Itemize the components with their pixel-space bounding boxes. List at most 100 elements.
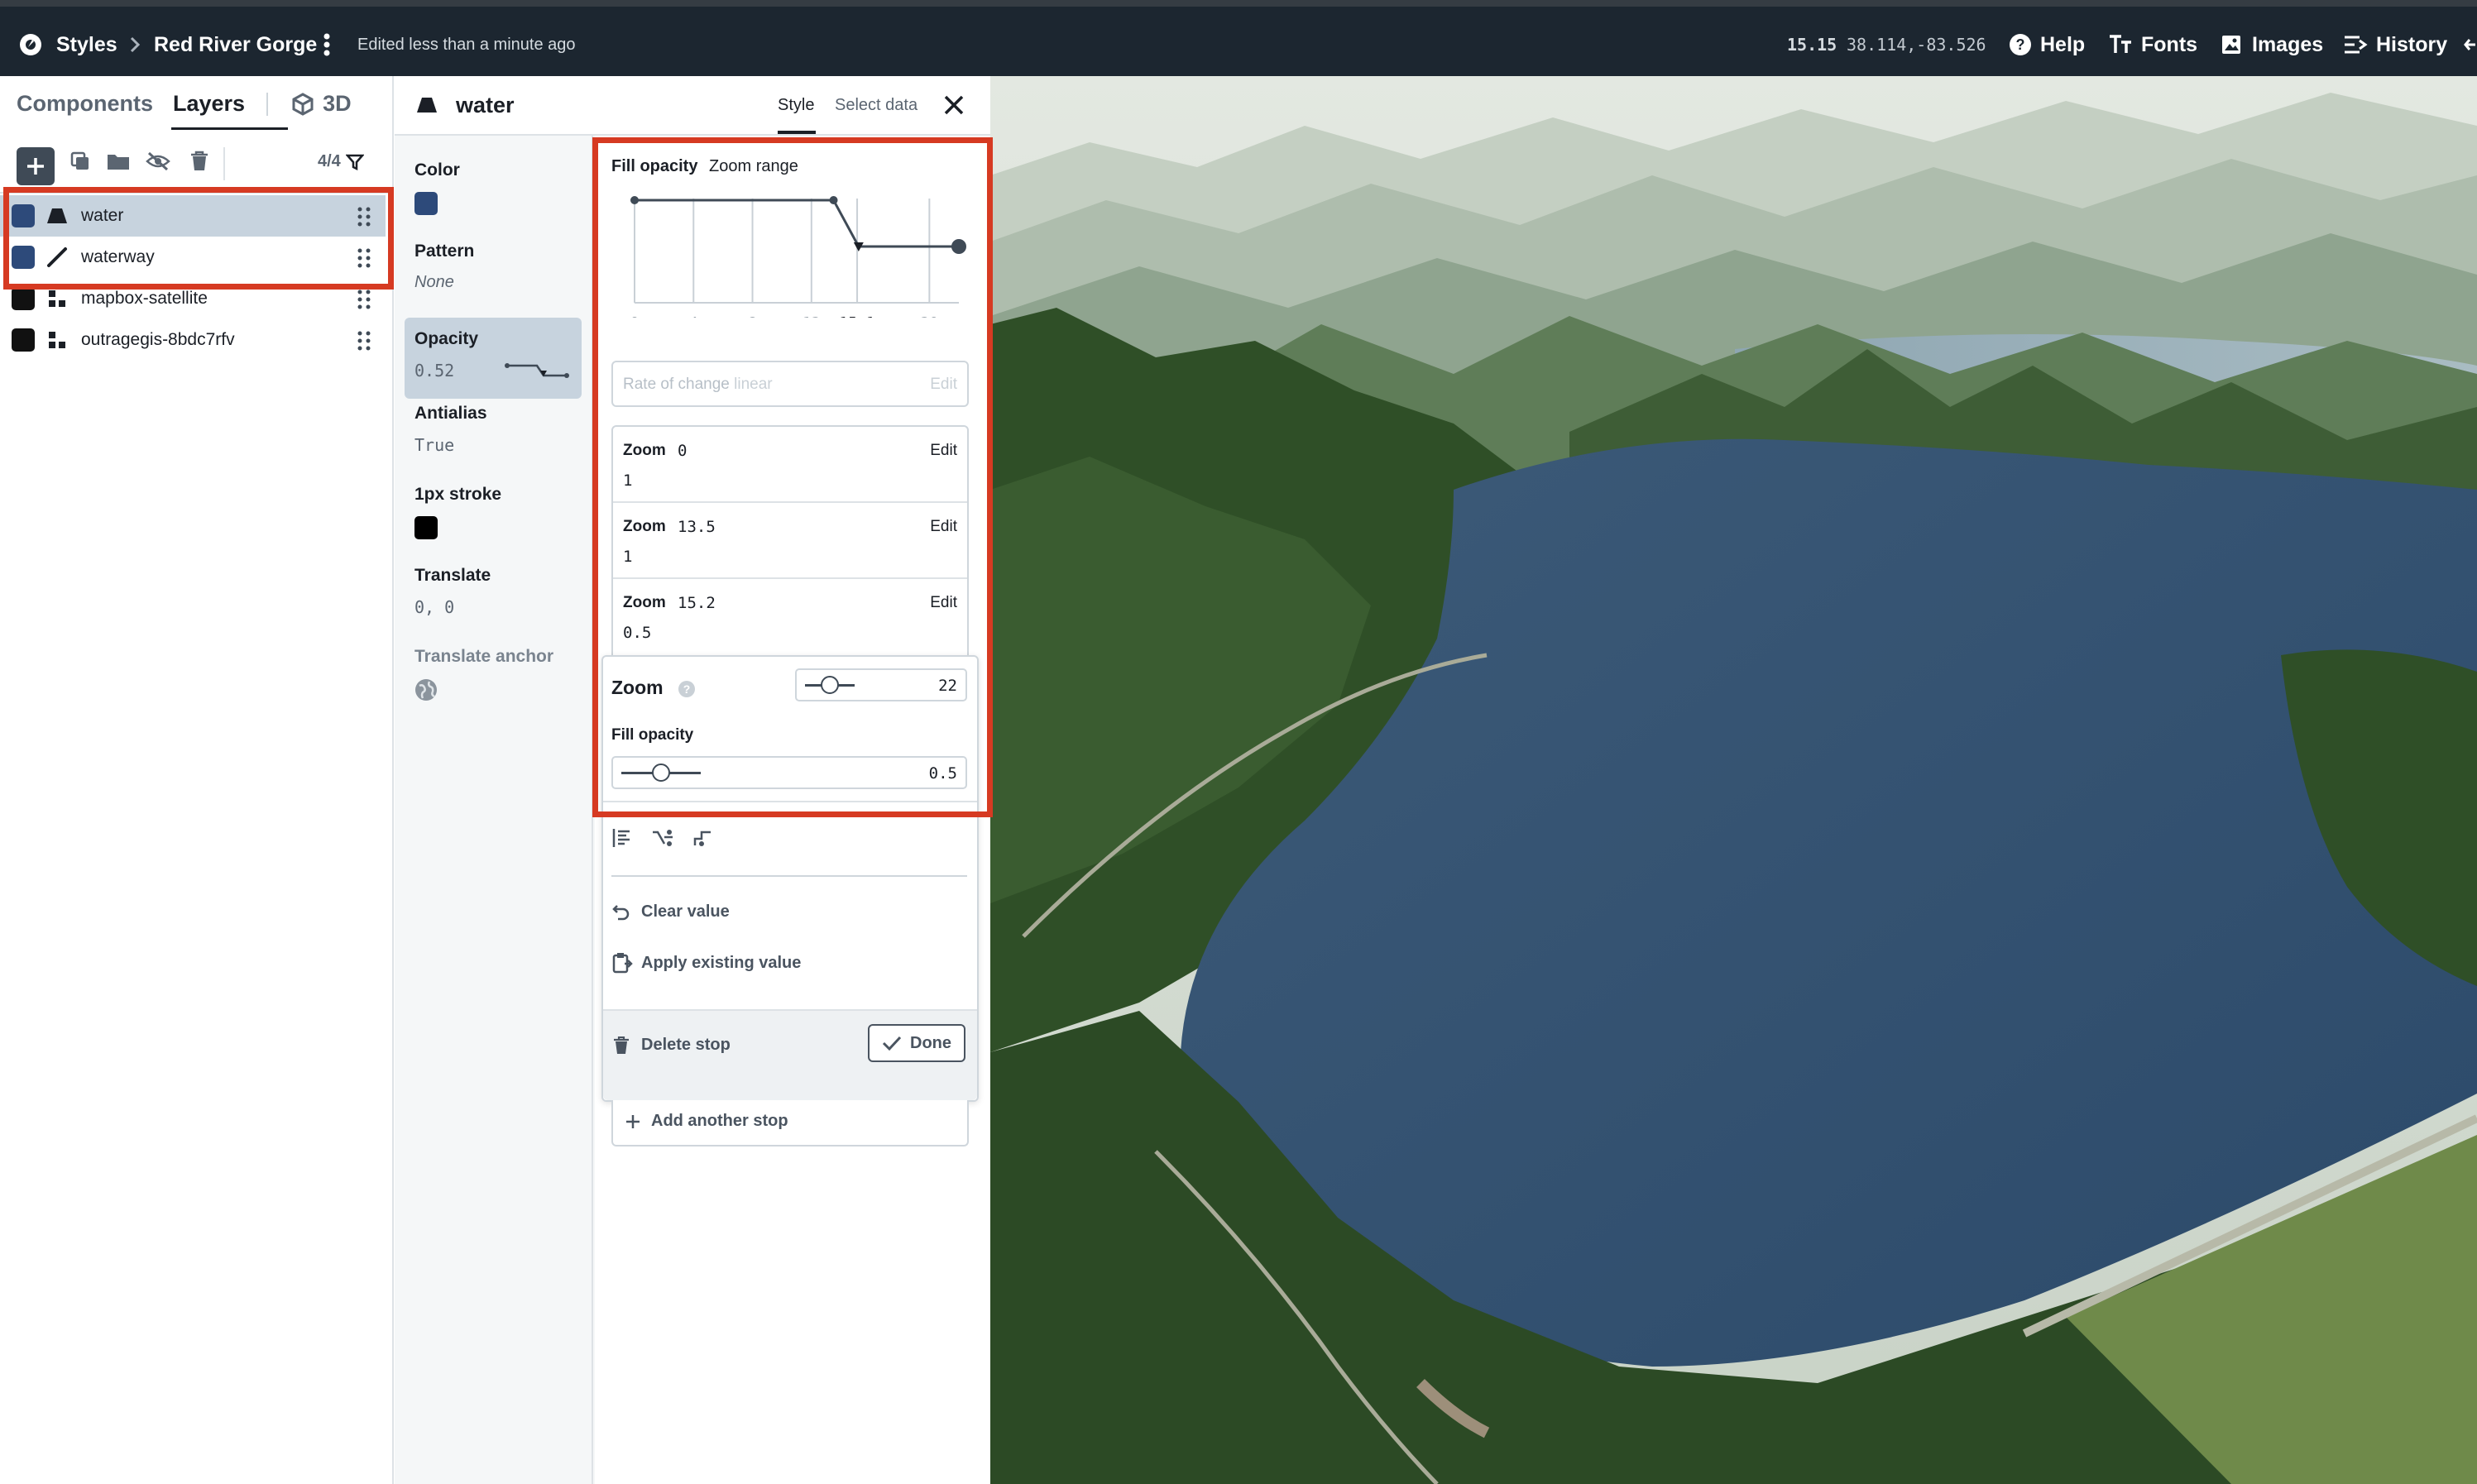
stop-edit-link[interactable]: Edit (930, 518, 957, 536)
graph-tick-label: 4 (689, 314, 698, 318)
clear-value-button[interactable]: Clear value (611, 902, 730, 922)
popover-divider (603, 801, 977, 802)
globe-icon (415, 679, 437, 701)
step-icon[interactable] (692, 829, 714, 849)
satellite-map-image[interactable] (990, 76, 2477, 1484)
add-stop-label: Add another stop (651, 1112, 788, 1130)
layer-row-mapbox-satellite[interactable]: mapbox-satellite (0, 278, 386, 319)
layer-swatch[interactable] (12, 246, 35, 269)
property-1px-stroke[interactable]: 1px stroke (405, 485, 582, 539)
stop-edit-link[interactable]: Edit (930, 594, 957, 612)
tab-style[interactable]: Style (778, 96, 814, 115)
project-menu-icon[interactable] (323, 28, 331, 61)
svg-text:?: ? (2016, 36, 2025, 53)
line-icon (46, 247, 68, 268)
images-label: Images (2252, 32, 2324, 56)
property-opacity[interactable]: Opacity 0.52 (405, 318, 582, 399)
fill-icon (417, 98, 437, 112)
trash-icon (614, 1036, 629, 1054)
help-circle-icon[interactable]: ? (678, 680, 696, 698)
fill-slider-thumb[interactable] (652, 764, 670, 782)
layer-row-water[interactable]: water (0, 195, 386, 237)
align-icon[interactable] (611, 827, 633, 849)
rate-edit-link[interactable]: Edit (930, 376, 957, 394)
stop-zoom-title: Zoom (611, 677, 664, 698)
delete-stop-button[interactable]: Delete stop (613, 1036, 731, 1055)
stop-row[interactable]: Zoom 13.5 1 Edit (613, 503, 967, 579)
graph-tick-label: 20 (921, 314, 939, 318)
toolbar-divider (223, 147, 225, 180)
rate-of-change-field[interactable]: Rate of change linear Edit (611, 361, 969, 407)
layer-name: water (81, 206, 124, 225)
property-translate-anchor[interactable]: Translate anchor (405, 647, 582, 701)
check-icon (882, 1036, 902, 1051)
plus-icon (27, 158, 44, 175)
stop-edit-link[interactable]: Edit (930, 442, 957, 460)
drag-handle-icon[interactable] (357, 290, 371, 309)
done-label: Done (910, 1033, 951, 1052)
property-pattern[interactable]: Pattern None (405, 242, 582, 292)
done-button[interactable]: Done (868, 1024, 965, 1062)
stroke-swatch[interactable] (414, 516, 438, 539)
stop-fill-input[interactable]: 0.5 (611, 756, 967, 789)
map-canvas[interactable] (990, 76, 2477, 1484)
drag-handle-icon[interactable] (357, 331, 371, 351)
add-another-stop-button[interactable]: Add another stop (611, 1100, 969, 1147)
stop-row[interactable]: Zoom 15.2 0.5 Edit (613, 579, 967, 655)
property-translate[interactable]: Translate 0, 0 (405, 566, 582, 617)
delete-layer-button[interactable] (187, 149, 212, 174)
layer-swatch[interactable] (12, 204, 35, 227)
layer-filter-button[interactable]: 4/4 (318, 152, 364, 171)
clipboard-icon (612, 953, 633, 974)
project-name[interactable]: Red River Gorge (154, 28, 317, 61)
apply-existing-value-button[interactable]: Apply existing value (611, 951, 801, 974)
layer-swatch[interactable] (12, 287, 35, 310)
editor-heading: Fill opacity Zoom range (611, 157, 798, 176)
zoom-function-icon (505, 363, 569, 378)
add-layer-button[interactable] (17, 147, 55, 185)
zoom-function-graph[interactable]: 0 4 8 12 15.1 20 (611, 185, 969, 318)
stop-row[interactable]: Zoom 0 1 Edit (613, 427, 967, 503)
zoom-input-value: 22 (938, 677, 957, 695)
property-antialias[interactable]: Antialias True (405, 404, 582, 455)
property-label: Translate anchor (414, 647, 554, 666)
zoom-readout: 15.15 (1787, 35, 1837, 55)
layer-row-waterway[interactable]: waterway (0, 237, 386, 278)
zoom-slider-thumb[interactable] (821, 676, 839, 694)
layer-row-outragegis[interactable]: outragegis-8bdc7rfv (0, 319, 386, 361)
close-icon[interactable] (943, 94, 965, 116)
apply-existing-label: Apply existing value (641, 953, 802, 972)
history-button[interactable]: History (2343, 28, 2447, 61)
layer-swatch[interactable] (12, 328, 35, 352)
fonts-icon (2110, 35, 2131, 53)
duplicate-layer-button[interactable] (68, 149, 93, 174)
edited-status: Edited less than a minute ago (357, 35, 576, 54)
graph-series-line (635, 199, 959, 248)
property-value: True (414, 435, 455, 455)
tab-3d[interactable]: 3D (291, 91, 352, 117)
images-button[interactable]: Images (2221, 28, 2323, 61)
stops-list: Zoom 0 1 Edit Zoom 13.5 1 Edit Zoom 15.2… (611, 425, 969, 660)
tab-divider (266, 92, 269, 116)
duplicate-icon (70, 151, 89, 170)
editor-subtitle: Zoom range (709, 157, 798, 175)
property-color[interactable]: Color (405, 160, 582, 215)
stop-zoom-input[interactable]: 22 (795, 668, 967, 701)
drag-handle-icon[interactable] (357, 207, 371, 227)
interpolate-icon[interactable] (651, 827, 676, 849)
group-layers-button[interactable] (106, 149, 131, 174)
styles-link[interactable]: Styles (18, 28, 117, 61)
tab-layers[interactable]: Layers (170, 91, 289, 130)
stop-value: 1 (623, 548, 633, 566)
color-swatch[interactable] (414, 192, 438, 215)
fonts-button[interactable]: Fonts (2108, 28, 2197, 61)
drag-handle-icon[interactable] (357, 248, 371, 268)
hide-layer-button[interactable] (146, 149, 170, 174)
history-icon (2345, 36, 2368, 54)
tab-components[interactable]: Components (17, 91, 153, 117)
tab-select-data[interactable]: Select data (835, 96, 917, 115)
images-icon (2222, 36, 2240, 54)
rate-label-text: Rate of change (623, 376, 730, 393)
collapse-arrow-icon[interactable] (2464, 28, 2477, 61)
help-button[interactable]: ? Help (2009, 28, 2085, 61)
